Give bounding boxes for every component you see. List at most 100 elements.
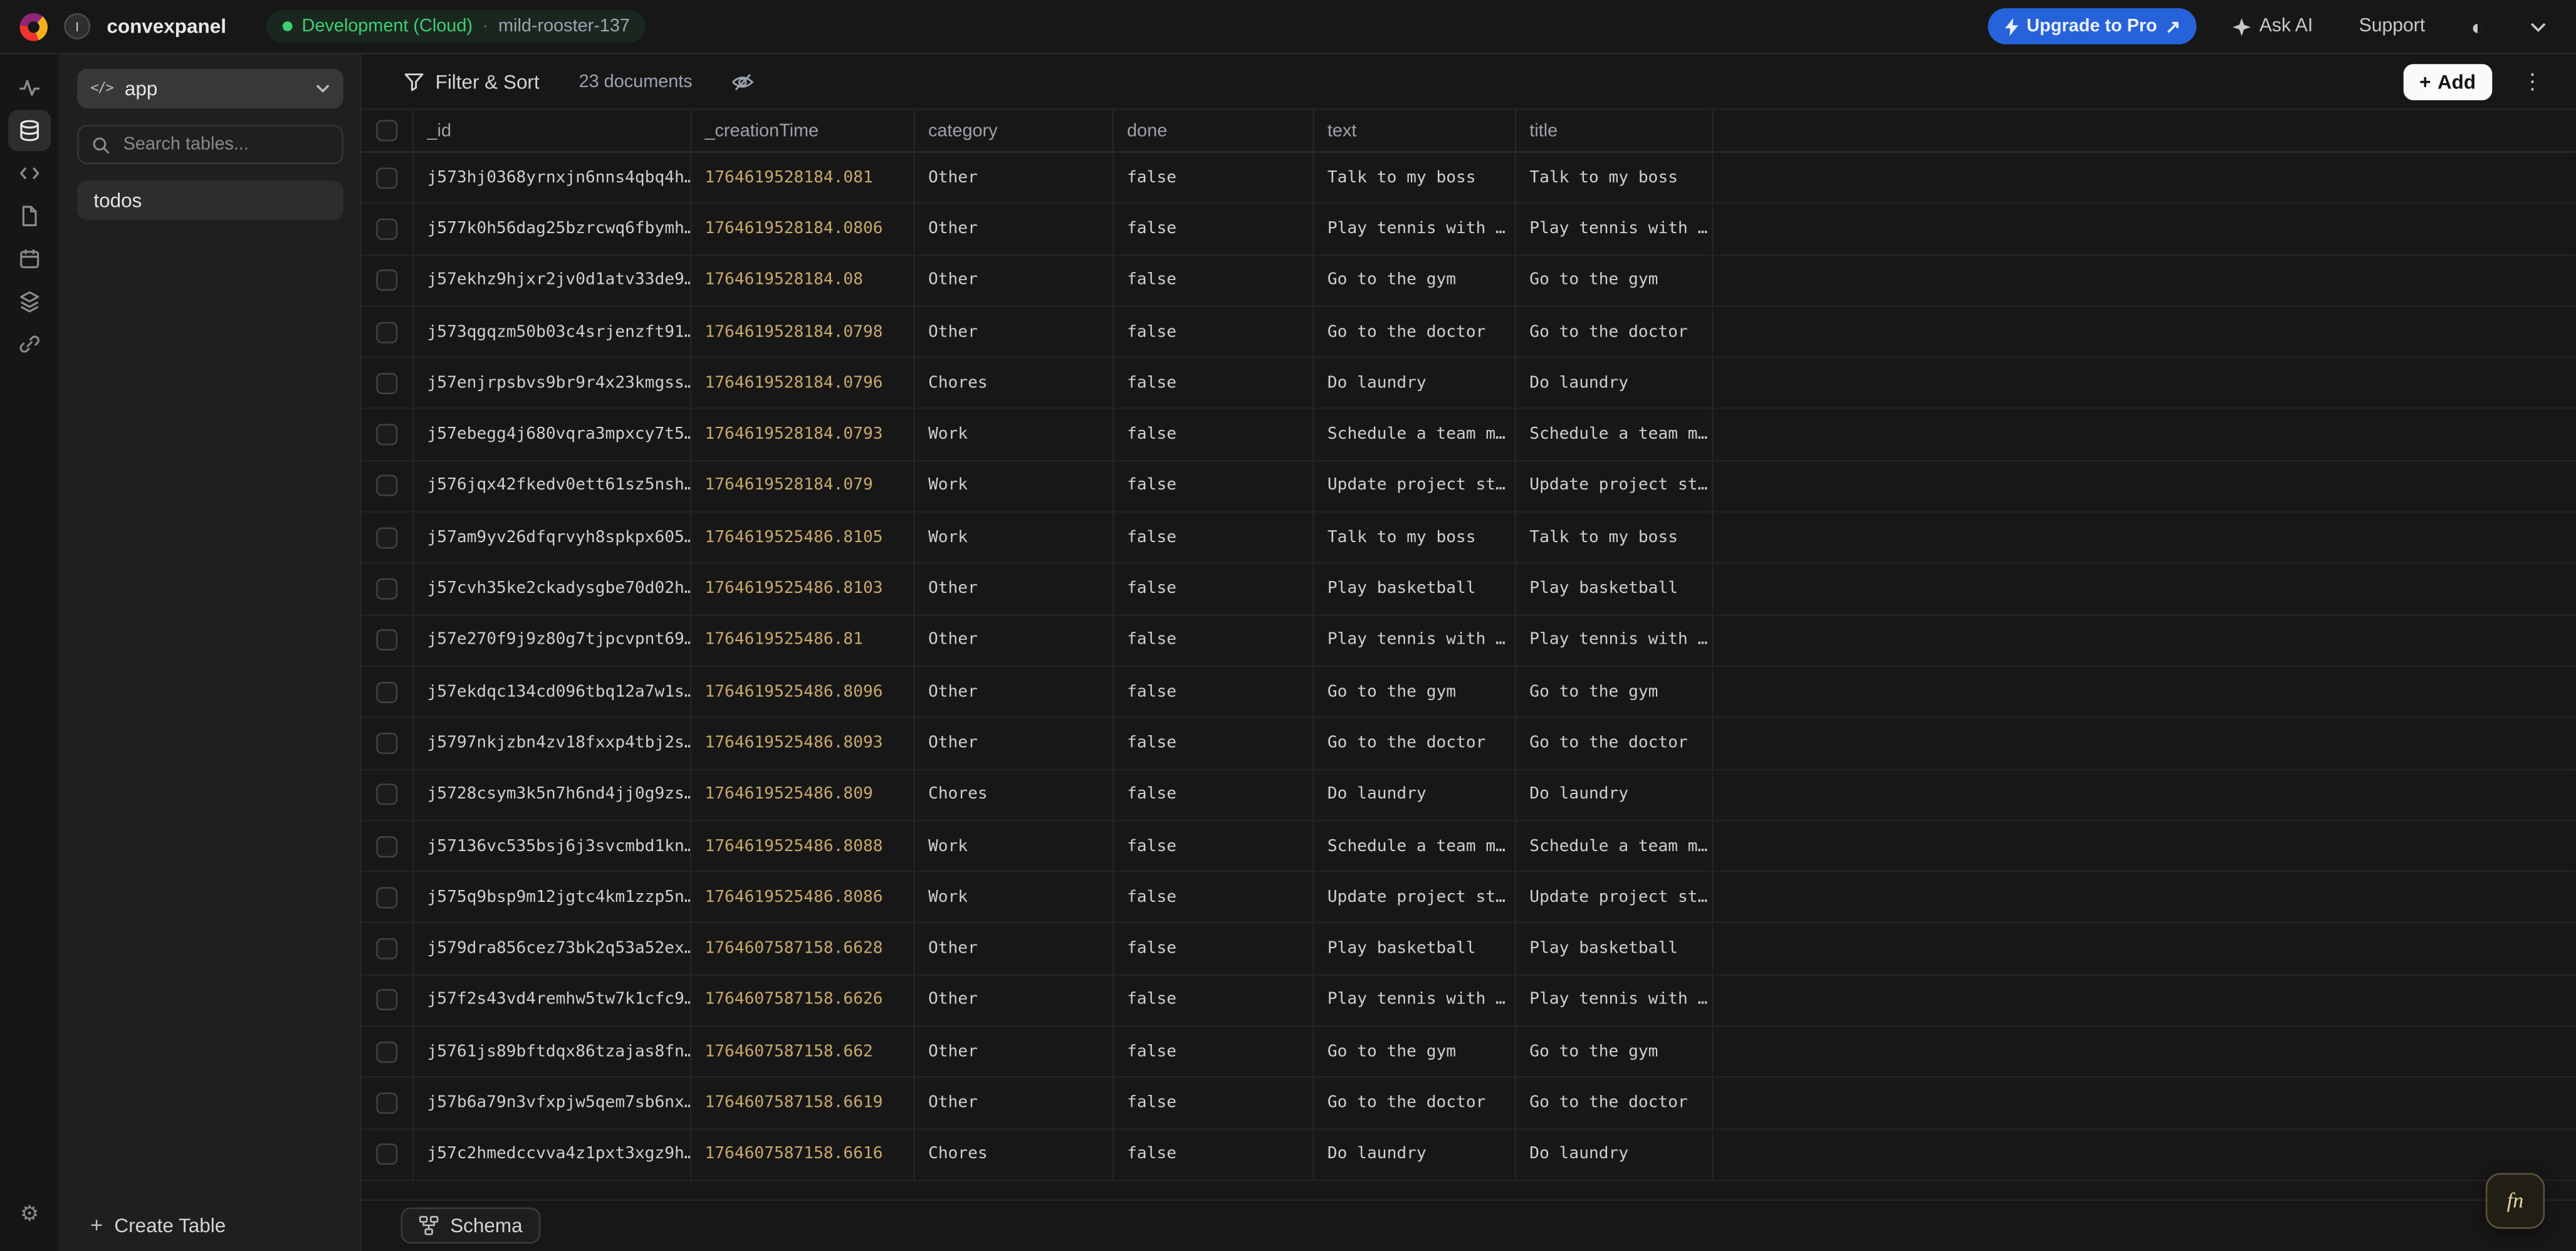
table-row[interactable]: j57c2hmedccvva4z1pxt3xgz9h… 176460758715… xyxy=(362,1129,2576,1181)
schema-button[interactable]: Schema xyxy=(401,1208,541,1244)
cell-id[interactable]: j573hj0368yrnxjn6nns4qbq4h… xyxy=(414,153,692,202)
overflow-menu-icon[interactable]: ⋮ xyxy=(2512,69,2553,93)
cell-done[interactable]: false xyxy=(1114,975,1314,1025)
cell-id[interactable]: j576jqx42fkedv0ett61sz5nsh… xyxy=(414,461,692,511)
row-checkbox[interactable] xyxy=(376,990,397,1011)
cell-title[interactable]: Go to the gym xyxy=(1516,256,1714,305)
cell-creation-time[interactable]: 1764607587158.662 xyxy=(692,1027,915,1076)
cell-done[interactable]: false xyxy=(1114,256,1314,305)
column-header-category[interactable]: category xyxy=(915,110,1114,152)
cell-category[interactable]: Other xyxy=(915,564,1114,614)
cell-creation-time[interactable]: 1764607587158.6619 xyxy=(692,1078,915,1128)
column-header-done[interactable]: done xyxy=(1114,110,1314,152)
cell-title[interactable]: Play basketball xyxy=(1516,564,1714,614)
cell-done[interactable]: false xyxy=(1114,410,1314,459)
row-checkbox[interactable] xyxy=(376,167,397,188)
cell-done[interactable]: false xyxy=(1114,924,1314,973)
table-row[interactable]: j5797nkjzbn4zv18fxxp4tbj2s… 176461952548… xyxy=(362,718,2576,770)
cell-id[interactable]: j57c2hmedccvva4z1pxt3xgz9h… xyxy=(414,1129,692,1179)
row-checkbox[interactable] xyxy=(376,733,397,754)
cell-title[interactable]: Schedule a team m… xyxy=(1516,821,1714,871)
cell-title[interactable]: Talk to my boss xyxy=(1516,513,1714,562)
row-checkbox[interactable] xyxy=(376,630,397,651)
convex-logo-icon[interactable] xyxy=(19,13,48,41)
chevron-down-icon[interactable] xyxy=(2520,19,2557,34)
cell-done[interactable]: false xyxy=(1114,821,1314,871)
cell-id[interactable]: j57f2s43vd4remhw5tw7k1cfc9… xyxy=(414,975,692,1025)
integrations-icon[interactable] xyxy=(8,323,51,365)
cell-creation-time[interactable]: 1764619528184.08 xyxy=(692,256,915,305)
search-tables-input[interactable] xyxy=(120,133,328,156)
filter-sort-button[interactable]: Filter & Sort xyxy=(394,68,549,95)
cell-text[interactable]: Go to the gym xyxy=(1314,667,1516,716)
cell-id[interactable]: j57b6a79n3vfxpjw5qem7sb6nx… xyxy=(414,1078,692,1128)
cell-id[interactable]: j573qgqzm50b03c4srjenzft91… xyxy=(414,307,692,357)
table-row[interactable]: j57b6a79n3vfxpjw5qem7sb6nx… 176460758715… xyxy=(362,1078,2576,1129)
cell-category[interactable]: Other xyxy=(915,615,1114,665)
cell-text[interactable]: Schedule a team m… xyxy=(1314,410,1516,459)
add-document-button[interactable]: + Add xyxy=(2403,63,2492,100)
theme-toggle-icon[interactable]: ◐ xyxy=(2461,14,2494,38)
files-icon[interactable] xyxy=(8,196,51,237)
cell-title[interactable]: Go to the doctor xyxy=(1516,1078,1714,1128)
cell-done[interactable]: false xyxy=(1114,1129,1314,1179)
cell-creation-time[interactable]: 1764607587158.6628 xyxy=(692,924,915,973)
cell-category[interactable]: Other xyxy=(915,153,1114,202)
table-row[interactable]: j57f2s43vd4remhw5tw7k1cfc9… 176460758715… xyxy=(362,975,2576,1027)
cell-creation-time[interactable]: 1764619528184.0796 xyxy=(692,359,915,408)
cell-creation-time[interactable]: 1764619525486.8105 xyxy=(692,513,915,562)
cell-category[interactable]: Chores xyxy=(915,1129,1114,1179)
cell-text[interactable]: Play tennis with … xyxy=(1314,615,1516,665)
table-row[interactable]: j57am9yv26dfqrvyh8spkpx605… 176461952548… xyxy=(362,513,2576,564)
cell-text[interactable]: Update project st… xyxy=(1314,461,1516,511)
cell-id[interactable]: j57cvh35ke2ckadysgbe70d02h… xyxy=(414,564,692,614)
cell-id[interactable]: j57ekhz9hjxr2jv0d1atv33de9… xyxy=(414,256,692,305)
column-header-creation-time[interactable]: _creationTime xyxy=(692,110,915,152)
cell-title[interactable]: Go to the gym xyxy=(1516,667,1714,716)
cell-done[interactable]: false xyxy=(1114,615,1314,665)
row-checkbox[interactable] xyxy=(376,476,397,497)
row-checkbox[interactable] xyxy=(376,527,397,548)
cell-done[interactable]: false xyxy=(1114,461,1314,511)
upgrade-to-pro-button[interactable]: Upgrade to Pro ↗ xyxy=(1987,8,2197,44)
cell-category[interactable]: Other xyxy=(915,924,1114,973)
table-row[interactable]: j5761js89bftdqx86tzajas8fn… 176460758715… xyxy=(362,1027,2576,1078)
cell-id[interactable]: j57ekdqc134cd096tbq12a7w1s… xyxy=(414,667,692,716)
cell-title[interactable]: Do laundry xyxy=(1516,359,1714,408)
cell-category[interactable]: Work xyxy=(915,872,1114,922)
cell-creation-time[interactable]: 1764619528184.079 xyxy=(692,461,915,511)
create-table-button[interactable]: + Create Table xyxy=(80,1212,235,1238)
table-row[interactable]: j573qgqzm50b03c4srjenzft91… 176461952818… xyxy=(362,307,2576,359)
cell-text[interactable]: Go to the doctor xyxy=(1314,1078,1516,1128)
cell-category[interactable]: Other xyxy=(915,1078,1114,1128)
column-header-text[interactable]: text xyxy=(1314,110,1516,152)
cell-title[interactable]: Play tennis with … xyxy=(1516,615,1714,665)
cell-creation-time[interactable]: 1764619525486.8103 xyxy=(692,564,915,614)
cell-category[interactable]: Work xyxy=(915,513,1114,562)
cell-text[interactable]: Play basketball xyxy=(1314,564,1516,614)
cell-id[interactable]: j57am9yv26dfqrvyh8spkpx605… xyxy=(414,513,692,562)
logs-icon[interactable] xyxy=(8,281,51,322)
cell-category[interactable]: Work xyxy=(915,821,1114,871)
row-checkbox[interactable] xyxy=(376,1144,397,1165)
row-checkbox[interactable] xyxy=(376,322,397,343)
project-selector[interactable]: </> app xyxy=(77,69,343,108)
table-row[interactable]: j5728csym3k5n7h6nd4jj0g9zs… 176461952548… xyxy=(362,770,2576,821)
row-checkbox[interactable] xyxy=(376,681,397,703)
cell-category[interactable]: Other xyxy=(915,307,1114,357)
row-checkbox[interactable] xyxy=(376,938,397,960)
cell-creation-time[interactable]: 1764619525486.809 xyxy=(692,770,915,819)
health-icon[interactable] xyxy=(8,67,51,108)
cell-creation-time[interactable]: 1764619528184.0806 xyxy=(692,204,915,254)
cell-category[interactable]: Other xyxy=(915,975,1114,1025)
cell-title[interactable]: Do laundry xyxy=(1516,770,1714,819)
cell-text[interactable]: Do laundry xyxy=(1314,1129,1516,1179)
row-checkbox[interactable] xyxy=(376,1041,397,1062)
function-runner-button[interactable]: fn xyxy=(2486,1172,2545,1228)
cell-title[interactable]: Go to the doctor xyxy=(1516,307,1714,357)
cell-creation-time[interactable]: 1764619525486.8086 xyxy=(692,872,915,922)
cell-title[interactable]: Play tennis with … xyxy=(1516,204,1714,254)
cell-id[interactable]: j5728csym3k5n7h6nd4jj0g9zs… xyxy=(414,770,692,819)
deployment-badge[interactable]: Development (Cloud) · mild-rooster-137 xyxy=(266,10,646,43)
cell-creation-time[interactable]: 1764619525486.8096 xyxy=(692,667,915,716)
